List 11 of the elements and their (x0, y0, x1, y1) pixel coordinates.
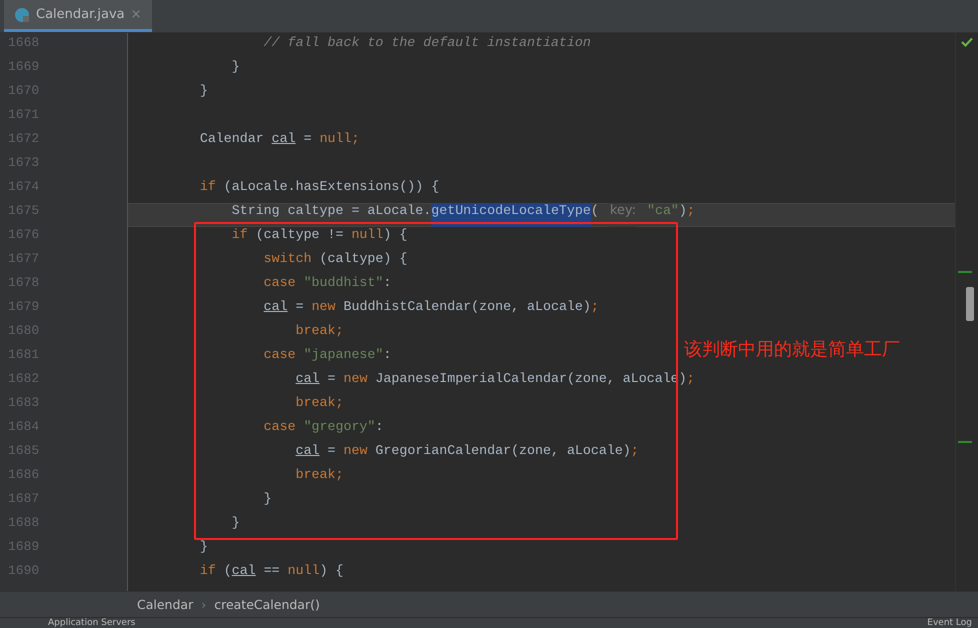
status-item[interactable]: Event Log (927, 618, 972, 628)
change-marker (958, 441, 972, 443)
java-class-icon (14, 6, 30, 22)
breadcrumb-item[interactable]: createCalendar() (214, 597, 320, 612)
check-icon (961, 37, 973, 47)
file-tab[interactable]: Calendar.java × (4, 0, 152, 32)
breadcrumb-separator: › (201, 597, 206, 612)
scrollbar-thumb[interactable] (966, 287, 974, 321)
status-item[interactable]: Application Servers (48, 618, 136, 628)
breadcrumb-item[interactable]: Calendar (137, 597, 194, 612)
change-marker (958, 271, 972, 273)
